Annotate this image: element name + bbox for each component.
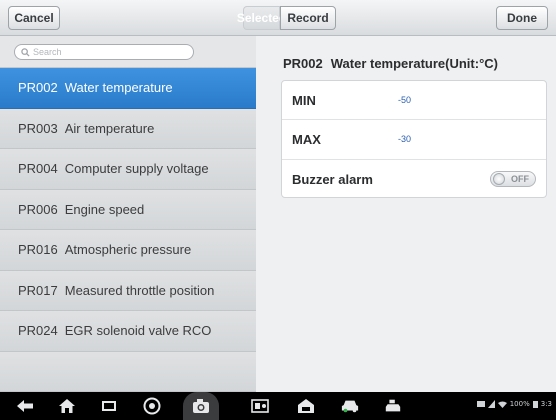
buzzer-toggle[interactable]: OFF bbox=[490, 171, 536, 188]
threshold-card: MIN -50 MAX -30 Buzzer alarm OFF bbox=[281, 80, 547, 198]
detail-name: Water temperature(Unit:°C) bbox=[330, 56, 498, 71]
min-row[interactable]: MIN -50 bbox=[282, 81, 546, 121]
parameter-name: EGR solenoid valve RCO bbox=[64, 323, 212, 339]
parameter-item[interactable]: PR003 Air temperature bbox=[0, 108, 256, 149]
parameter-code: PR002 bbox=[18, 80, 58, 96]
parameter-name: Computer supply voltage bbox=[64, 161, 209, 177]
battery-icon bbox=[532, 401, 538, 408]
toggle-state: OFF bbox=[511, 174, 529, 185]
top-toolbar: Cancel Selected Record Done bbox=[0, 0, 556, 36]
parameter-name: Engine speed bbox=[64, 201, 145, 217]
search-bar: Search bbox=[0, 36, 256, 68]
detail-code: PR002 bbox=[283, 56, 323, 71]
parameter-name: Water temperature bbox=[64, 80, 173, 96]
buzzer-label: Buzzer alarm bbox=[292, 171, 373, 187]
buzzer-row: Buzzer alarm OFF bbox=[282, 160, 546, 199]
min-value[interactable]: -50 bbox=[398, 95, 411, 105]
toggle-knob-icon bbox=[493, 173, 505, 186]
parameter-item-empty bbox=[0, 351, 256, 392]
parameter-item[interactable]: PR017 Measured throttle position bbox=[0, 270, 256, 311]
recent-apps-icon[interactable] bbox=[100, 397, 118, 415]
parameter-item[interactable]: PR016 Atmospheric pressure bbox=[0, 230, 256, 271]
parameter-item[interactable]: PR006 Engine speed bbox=[0, 189, 256, 230]
back-icon[interactable] bbox=[16, 397, 34, 415]
home-icon[interactable] bbox=[58, 397, 76, 415]
min-label: MIN bbox=[292, 92, 316, 108]
parameter-item[interactable]: PR024 EGR solenoid valve RCO bbox=[0, 311, 256, 352]
max-value[interactable]: -30 bbox=[398, 134, 411, 144]
wifi-icon bbox=[497, 401, 507, 408]
parameter-name: Air temperature bbox=[64, 120, 155, 136]
camera-icon[interactable] bbox=[183, 392, 219, 420]
message-icon bbox=[476, 400, 485, 407]
signal-icon bbox=[487, 400, 495, 408]
car-home-icon[interactable] bbox=[297, 397, 315, 415]
vehicle-connect-icon[interactable] bbox=[384, 397, 402, 415]
parameter-item[interactable]: PR002 Water temperature bbox=[0, 68, 256, 109]
parameter-list-panel: Search PR002 Water temperature PR003 Air… bbox=[0, 36, 256, 392]
parameter-code: PR016 bbox=[18, 242, 58, 258]
parameter-code: PR006 bbox=[18, 201, 58, 217]
selected-tab[interactable]: Selected bbox=[237, 6, 286, 30]
record-tab[interactable]: Record bbox=[280, 6, 336, 30]
detail-title: PR002 Water temperature(Unit:°C) bbox=[283, 56, 498, 71]
status-area: 100% 3:3 bbox=[476, 400, 552, 408]
cancel-button[interactable]: Cancel bbox=[8, 6, 60, 30]
parameter-name: Atmospheric pressure bbox=[64, 242, 192, 258]
parameter-code: PR003 bbox=[18, 120, 58, 136]
vehicle-icon[interactable] bbox=[341, 397, 359, 415]
search-placeholder: Search bbox=[33, 47, 62, 57]
browser-icon[interactable] bbox=[143, 397, 161, 415]
clock: 3:3 bbox=[540, 400, 552, 408]
battery-level: 100% bbox=[509, 400, 530, 408]
max-label: MAX bbox=[292, 131, 321, 147]
parameter-item[interactable]: PR004 Computer supply voltage bbox=[0, 149, 256, 190]
parameter-detail-panel: PR002 Water temperature(Unit:°C) MIN -50 … bbox=[257, 36, 556, 392]
parameter-code: PR004 bbox=[18, 161, 58, 177]
parameter-name: Measured throttle position bbox=[64, 282, 215, 298]
parameter-code: PR024 bbox=[18, 323, 58, 339]
search-input[interactable]: Search bbox=[14, 44, 194, 60]
done-button[interactable]: Done bbox=[496, 6, 548, 30]
parameter-code: PR017 bbox=[18, 282, 58, 298]
search-icon bbox=[21, 47, 30, 57]
max-row[interactable]: MAX -30 bbox=[282, 120, 546, 160]
system-nav-bar: 100% 3:3 bbox=[0, 392, 556, 420]
app-root: Cancel Selected Record Done Search PR002… bbox=[0, 0, 556, 420]
screen-record-icon[interactable] bbox=[251, 397, 269, 415]
parameter-list: PR002 Water temperature PR003 Air temper… bbox=[0, 68, 256, 392]
